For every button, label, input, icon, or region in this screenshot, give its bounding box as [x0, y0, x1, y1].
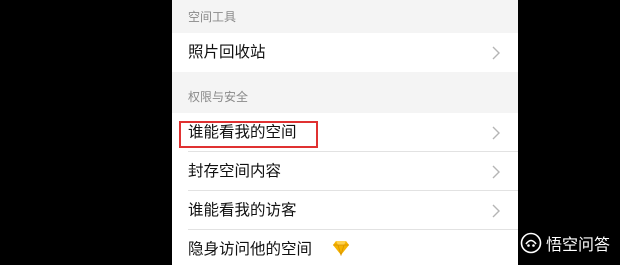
chevron-right-icon: [492, 46, 500, 60]
section-header-permissions-security: 权限与安全: [188, 90, 249, 104]
screenshot-stage: 空间工具 照片回收站 权限与安全 谁能看我的空间 封存空间内容 谁能看我的访客 …: [0, 0, 620, 265]
chevron-right-icon: [492, 126, 500, 140]
diamond-vip-icon: [333, 241, 349, 256]
list-item-who-can-view-my-visitors[interactable]: 谁能看我的访客: [172, 191, 518, 230]
list-item-photo-recycle-bin[interactable]: 照片回收站: [172, 33, 518, 72]
section-header-space-tools: 空间工具: [188, 10, 237, 24]
watermark: 悟空问答: [520, 230, 610, 256]
list-item-label: 谁能看我的访客: [188, 201, 297, 219]
chevron-right-icon: [492, 204, 500, 218]
watermark-text: 悟空问答: [546, 235, 611, 254]
list-item-invisible-visit-space[interactable]: 隐身访问他的空间: [172, 230, 518, 265]
chevron-right-icon: [492, 165, 500, 179]
list-item-archive-space-content[interactable]: 封存空间内容: [172, 152, 518, 191]
list-item-label: 封存空间内容: [188, 162, 282, 180]
wukong-logo-icon: [520, 232, 542, 254]
list-item-label: 隐身访问他的空间: [188, 240, 313, 258]
list-item-label: 照片回收站: [188, 43, 266, 61]
highlight-annotation-box: [179, 121, 318, 148]
